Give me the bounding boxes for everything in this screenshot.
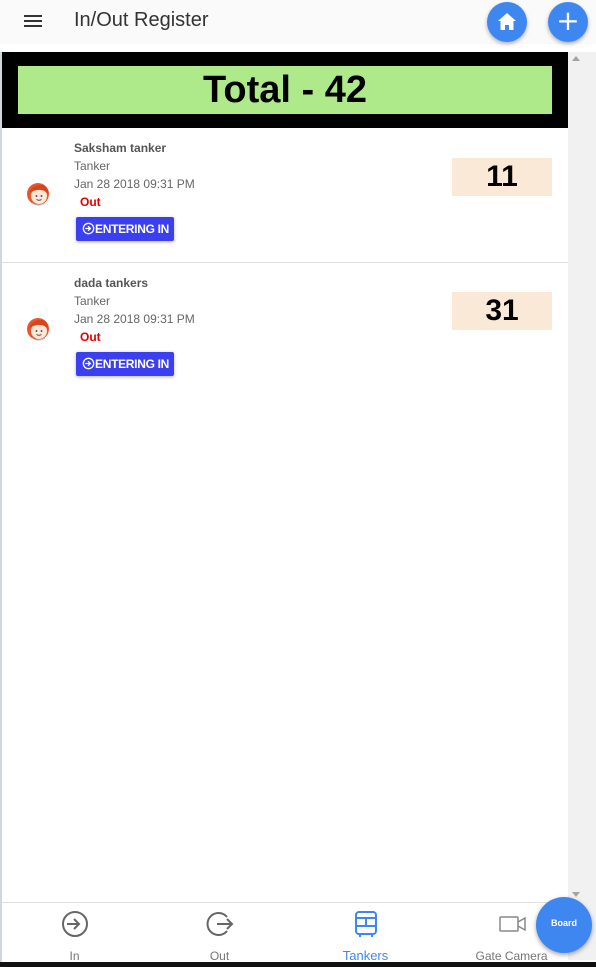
nav-label-in: In	[69, 949, 80, 963]
entering-in-button[interactable]: ENTERING IN	[76, 352, 174, 376]
add-button[interactable]: +	[548, 2, 588, 42]
nav-label-out: Out	[209, 949, 230, 963]
nav-item-tankers[interactable]: Tankers	[293, 903, 438, 963]
entering-in-label: ENTERING IN	[95, 357, 170, 371]
total-banner: Total - 42	[2, 52, 568, 128]
bottom-navigation: In Out Tankers Gate Camera	[2, 902, 568, 967]
item-count: 31	[452, 292, 552, 330]
item-name: dada tankers	[74, 276, 149, 290]
item-count: 11	[452, 158, 552, 196]
bottom-edge	[0, 962, 596, 967]
login-icon	[82, 222, 95, 235]
entering-in-button[interactable]: ENTERING IN	[76, 217, 174, 241]
status-badge: Out	[80, 330, 101, 344]
item-datetime: Jan 28 2018 09:31 PM	[74, 312, 195, 326]
avatar-icon	[27, 183, 49, 206]
avatar-icon	[27, 318, 49, 341]
nav-item-in[interactable]: In	[2, 903, 147, 963]
logout-icon	[206, 912, 234, 936]
home-button[interactable]	[487, 2, 527, 42]
list-item[interactable]: dada tankers Tanker Jan 28 2018 09:31 PM…	[2, 262, 568, 396]
video-camera-icon	[499, 916, 526, 932]
home-icon	[498, 13, 516, 30]
login-icon	[62, 911, 88, 937]
scrollbar[interactable]	[568, 52, 596, 960]
total-label: Total - 42	[18, 66, 552, 114]
status-badge: Out	[80, 195, 101, 209]
item-datetime: Jan 28 2018 09:31 PM	[74, 177, 195, 191]
app-root: In/Out Register + Total - 42 Saksham tan…	[0, 0, 596, 967]
list-item[interactable]: Saksham tanker Tanker Jan 28 2018 09:31 …	[2, 128, 568, 262]
plus-icon: +	[556, 4, 580, 37]
scroll-up-arrow-icon[interactable]	[572, 56, 580, 61]
nav-label-tankers: Tankers	[342, 948, 389, 963]
entering-in-label: ENTERING IN	[95, 222, 170, 236]
hamburger-menu-icon[interactable]	[22, 12, 46, 32]
top-app-bar: In/Out Register +	[0, 0, 596, 44]
item-name: Saksham tanker	[74, 141, 167, 155]
board-button[interactable]: Board	[536, 897, 592, 953]
page-title: In/Out Register	[74, 9, 209, 31]
board-label: Board	[550, 918, 577, 928]
login-icon	[82, 357, 95, 370]
bus-icon	[355, 911, 377, 937]
nav-item-out[interactable]: Out	[147, 903, 292, 963]
item-type: Tanker	[74, 159, 111, 173]
item-type: Tanker	[74, 294, 111, 308]
scroll-down-arrow-icon[interactable]	[572, 892, 580, 897]
